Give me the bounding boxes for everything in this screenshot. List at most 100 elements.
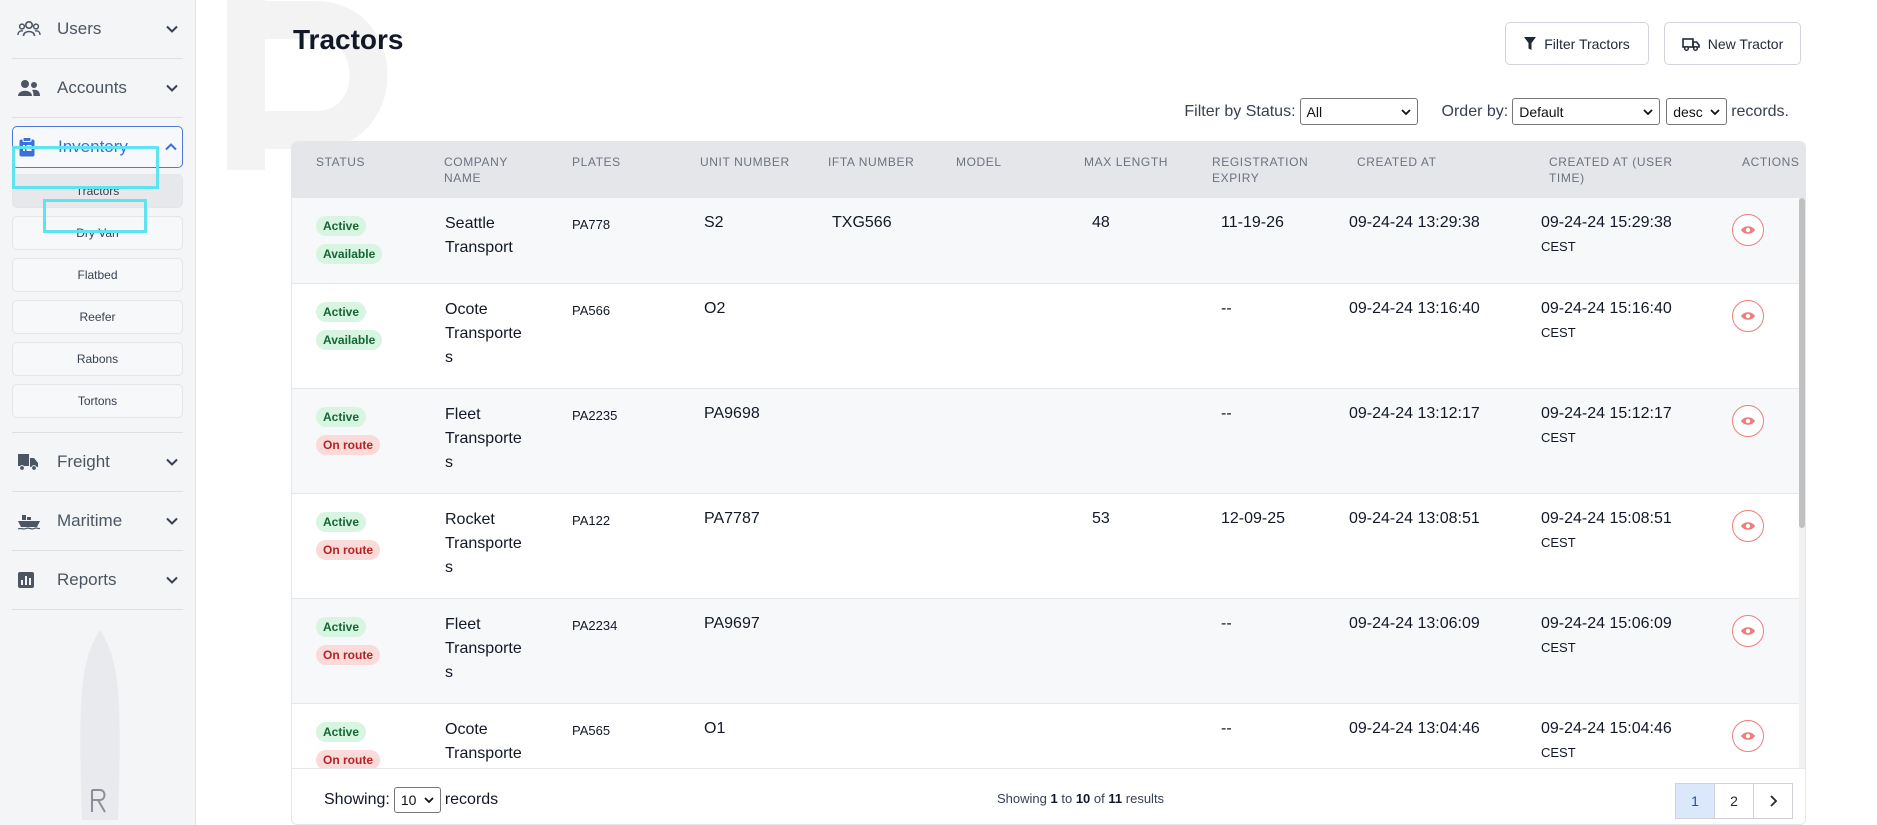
brand-logo-icon <box>86 788 112 816</box>
scrollbar-thumb[interactable] <box>1799 198 1805 528</box>
company-name-line: s <box>445 349 453 366</box>
order-direction-select[interactable]: desc <box>1666 98 1728 125</box>
page-1-button[interactable]: 1 <box>1675 783 1715 819</box>
sidebar-item-inventory[interactable]: Inventory <box>12 126 183 168</box>
sidebar-item-reports[interactable]: Reports <box>12 551 183 610</box>
company-name: OcoteTransportes <box>445 718 545 768</box>
table-body[interactable]: Active Available Seattle Transport PA778 … <box>292 198 1805 768</box>
column-header-created-at[interactable]: CREATED AT <box>1357 154 1507 170</box>
page-title: Tractors <box>293 24 404 55</box>
submenu-item-tractors[interactable]: Tractors <box>12 174 183 208</box>
submenu-item-flatbed[interactable]: Flatbed <box>12 258 183 292</box>
sidebar-item-maritime[interactable]: Maritime <box>12 492 183 551</box>
timezone: CEST <box>1541 239 1576 254</box>
submenu-item-rabons[interactable]: Rabons <box>12 342 183 376</box>
tractors-table: STATUS COMPANY NAME PLATES UNIT NUMBER IFTA … <box>291 141 1806 825</box>
table-row[interactable]: Active On route Fleet Transporte s PA2235 … <box>292 389 1805 494</box>
submenu-item-label: Tortons <box>77 394 118 408</box>
view-tractor-button[interactable] <box>1732 615 1764 647</box>
unit-number: PA9697 <box>704 615 760 632</box>
plates: PA2234 <box>572 618 618 633</box>
view-tractor-button[interactable] <box>1732 300 1764 332</box>
showing-label: Showing: <box>324 791 390 808</box>
table-scrollbar[interactable] <box>1799 198 1805 768</box>
submenu-item-tortons[interactable]: Tortons <box>12 384 183 418</box>
view-tractor-button[interactable] <box>1732 214 1764 246</box>
column-header-max-length[interactable]: MAX LENGTH <box>1084 154 1184 170</box>
submenu-item-dry-van[interactable]: Dry Van <box>12 216 183 250</box>
pagination: 12 <box>1675 783 1793 819</box>
column-header-plates[interactable]: PLATES <box>572 154 672 170</box>
new-tractor-button[interactable]: New Tractor <box>1664 22 1801 65</box>
column-header-actions[interactable]: ACTIONS <box>1742 154 1805 170</box>
column-header-company-name[interactable]: COMPANY NAME <box>444 154 544 186</box>
availability-badge: On route <box>316 540 380 560</box>
filter-tractors-button[interactable]: Filter Tractors <box>1505 22 1649 65</box>
chevron-down-icon <box>1710 108 1720 115</box>
sidebar-item-users[interactable]: Users <box>12 0 183 59</box>
availability-badge: Available <box>316 244 383 264</box>
table-row[interactable]: Active On route Fleet Transporte s PA2234 … <box>292 599 1805 704</box>
next-page-button[interactable] <box>1753 783 1793 819</box>
registration-expiry: -- <box>1221 615 1232 632</box>
table-row[interactable]: Active Available Seattle Transport PA778 … <box>292 198 1805 284</box>
filter-bar: Filter by Status: All Order by: Default … <box>1184 98 1789 125</box>
table-header: STATUS COMPANY NAME PLATES UNIT NUMBER IFTA … <box>292 142 1805 198</box>
timezone: CEST <box>1541 640 1576 655</box>
company-name-line: Transporte <box>445 745 522 762</box>
order-by-select[interactable]: Default <box>1512 98 1661 125</box>
page-size-select[interactable]: 10 <box>393 787 441 813</box>
order-direction-value: desc <box>1673 103 1703 120</box>
column-header-status[interactable]: STATUS <box>316 154 416 170</box>
unit-number: O2 <box>704 300 726 317</box>
view-tractor-button[interactable] <box>1732 405 1764 437</box>
submenu-item-reefer[interactable]: Reefer <box>12 300 183 334</box>
submenu-item-label: Tractors <box>75 184 120 198</box>
chart-report-icon <box>17 569 43 591</box>
clipboard-icon <box>18 136 44 158</box>
table-row[interactable]: Active On route Rocket Transporte s PA122 … <box>292 494 1805 599</box>
plates: PA122 <box>572 513 611 528</box>
chevron-down-icon <box>1643 108 1653 115</box>
page-size-control: Showing: 10 records <box>324 787 498 813</box>
created-at-user-time: 09-24-24 15:16:40 <box>1541 300 1672 317</box>
column-header-registration-expiry[interactable]: REGISTRATION EXPIRY <box>1212 154 1322 186</box>
status-filter-select[interactable]: All <box>1299 98 1418 125</box>
company-name-line: Transport <box>445 239 513 256</box>
timezone: CEST <box>1541 325 1576 340</box>
column-header-unit-number[interactable]: UNIT NUMBER <box>700 154 800 170</box>
created-at-user-time: 09-24-24 15:04:46 <box>1541 720 1672 737</box>
unit-number: PA9698 <box>704 405 760 422</box>
page-number: 2 <box>1730 793 1738 809</box>
plates: PA566 <box>572 303 611 318</box>
status-filter-value: All <box>1306 103 1323 120</box>
view-tractor-button[interactable] <box>1732 510 1764 542</box>
table-row[interactable]: Active Available Ocote Transporte s PA566 … <box>292 284 1805 389</box>
timezone: CEST <box>1541 535 1576 550</box>
column-header-ifta-number[interactable]: IFTA NUMBER <box>828 154 928 170</box>
eye-icon <box>1741 226 1755 234</box>
truck-icon <box>17 451 43 473</box>
sidebar-item-freight[interactable]: Freight <box>12 433 183 492</box>
page-2-button[interactable]: 2 <box>1714 783 1754 819</box>
records-suffix: records. <box>1731 102 1789 120</box>
sidebar-item-accounts[interactable]: Accounts <box>12 59 183 118</box>
company-name-line: Ocote <box>445 721 488 738</box>
created-at-user-time: 09-24-24 15:06:09 <box>1541 615 1672 632</box>
created-at: 09-24-24 13:06:09 <box>1349 615 1480 632</box>
sidebar-item-label: Freight <box>57 452 110 471</box>
company-name-line: s <box>445 454 453 471</box>
table-row[interactable]: Active On route OcoteTransportes PA565 O… <box>292 704 1805 768</box>
summary-total: 11 <box>1108 791 1123 806</box>
view-tractor-button[interactable] <box>1732 720 1764 752</box>
summary-to-word: to <box>1061 791 1073 806</box>
summary-to: 10 <box>1075 791 1091 806</box>
unit-number: O1 <box>704 720 726 737</box>
summary-results-word: results <box>1125 791 1165 806</box>
chevron-up-icon <box>165 143 177 151</box>
filter-tractors-label: Filter Tractors <box>1544 35 1630 52</box>
page-number: 1 <box>1691 793 1699 809</box>
column-header-created-at-user-time[interactable]: CREATED AT (USER TIME) <box>1549 154 1699 186</box>
sidebar-item-label: Inventory <box>58 137 128 156</box>
column-header-model[interactable]: MODEL <box>956 154 1056 170</box>
